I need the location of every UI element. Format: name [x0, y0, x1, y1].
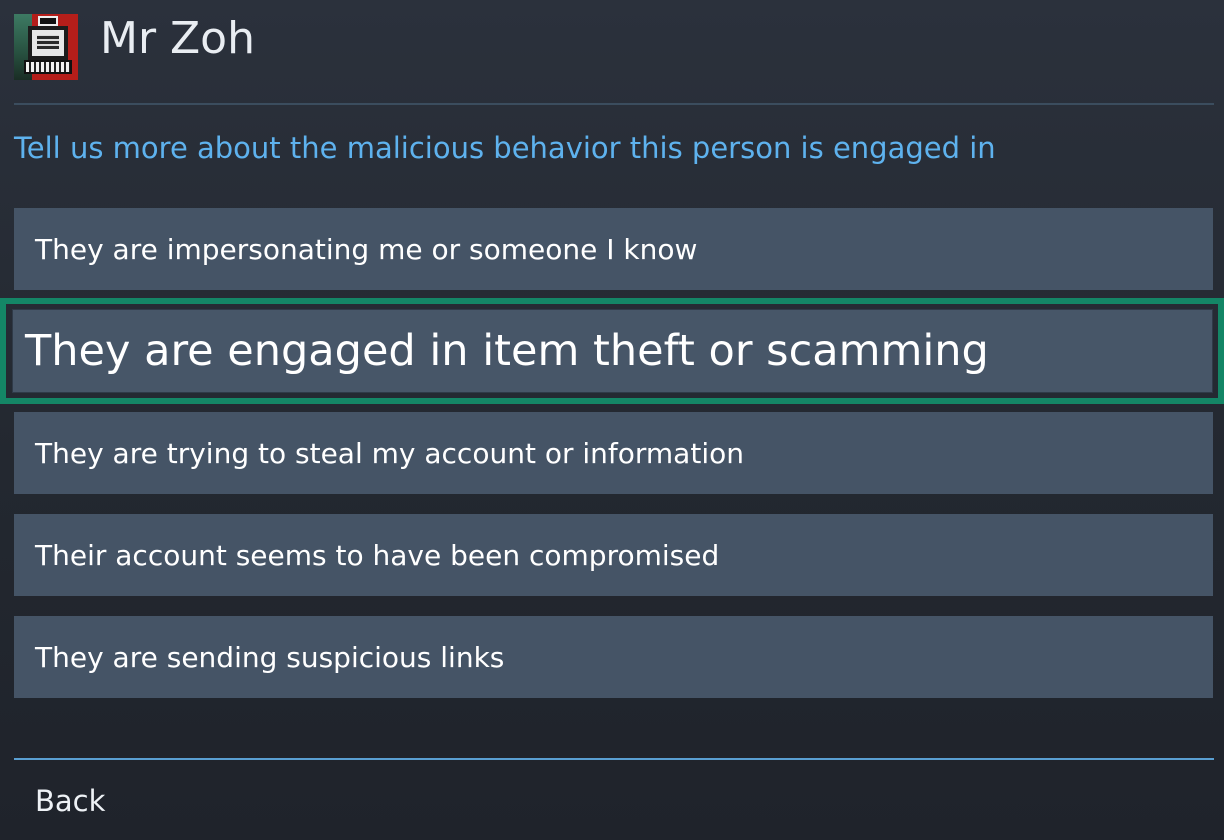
option-steal-account[interactable]: They are trying to steal my account or i…: [14, 412, 1213, 494]
avatar: [14, 14, 78, 80]
profile-name: Mr Zoh: [100, 13, 255, 64]
back-button[interactable]: Back: [35, 783, 105, 819]
avatar-keyboard: [24, 60, 72, 74]
footer-divider: [14, 758, 1214, 760]
avatar-screen-lines: [37, 35, 59, 49]
report-prompt: Tell us more about the malicious behavio…: [14, 131, 996, 165]
header-divider: [14, 103, 1214, 105]
option-impersonating[interactable]: They are impersonating me or someone I k…: [14, 208, 1213, 290]
avatar-computer-screen: [28, 26, 68, 60]
option-account-compromised[interactable]: Their account seems to have been comprom…: [14, 514, 1213, 596]
option-suspicious-links[interactable]: They are sending suspicious links: [14, 616, 1213, 698]
option-item-theft-scamming[interactable]: They are engaged in item theft or scammi…: [12, 309, 1213, 393]
avatar-computer-top: [38, 16, 58, 26]
profile-header: Mr Zoh: [14, 14, 1214, 82]
